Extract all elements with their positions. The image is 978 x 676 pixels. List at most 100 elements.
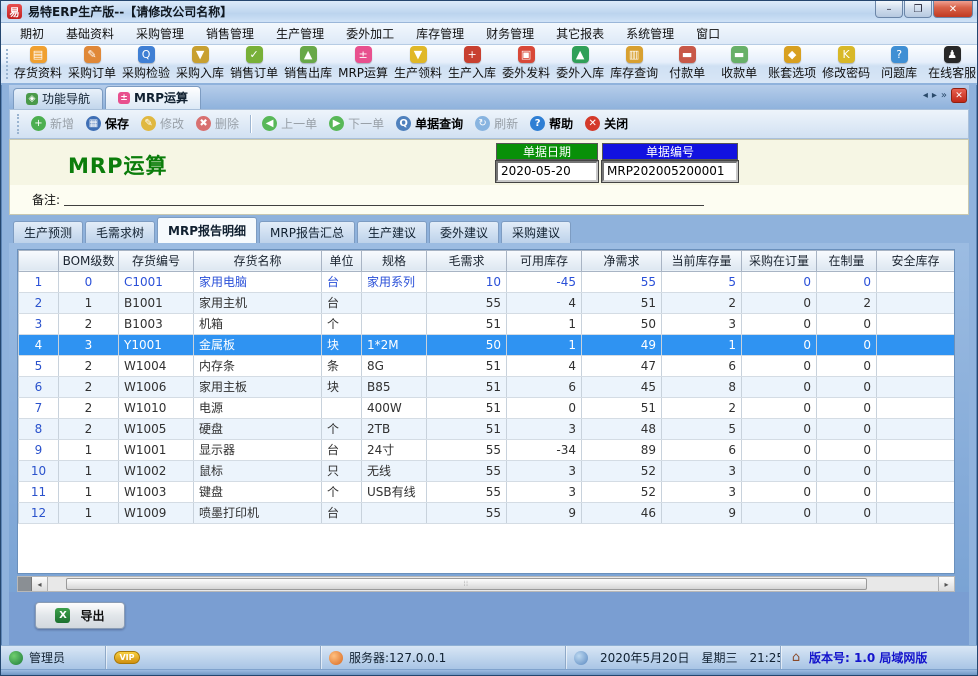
account-options-icon: ◆ [784,46,801,63]
question-icon: ? [891,46,908,63]
column-header[interactable]: 规格 [362,250,427,271]
cell-bom-level: 0 [59,271,119,292]
toolbar-button[interactable]: ▣ 委外发料 [499,45,553,83]
form-toolbar-button[interactable]: ✖ 删除 [190,112,245,135]
scrollbar-track[interactable]: ⦙⦙ [48,577,938,591]
toolbar-button[interactable]: ▼ 采购入库 [173,45,227,83]
form-toolbar-button[interactable]: ? 帮助 [524,112,579,135]
toolbar-button[interactable]: ♟ 在线客服 [925,45,977,83]
toolbar-button[interactable]: ▼ 生产领料 [391,45,445,83]
form-toolbar-button[interactable]: Q 单据查询 [390,112,469,135]
scroll-right-icon[interactable]: ▸ [938,577,954,591]
table-row[interactable]: 6 2 W1006 家用主板 块 B85 51 6 45 8 0 0 [19,376,955,397]
menu-item[interactable]: 采购管理 [125,22,195,45]
tab-scroll-right-icon[interactable]: ▸ [932,90,937,101]
table-row[interactable]: 1 0 C1001 家用电脑 台 家用系列 10 -45 55 5 0 0 [19,271,955,292]
column-header[interactable]: 在制量 [817,250,877,271]
toolbar-button[interactable]: ◆ 账套选项 [765,45,819,83]
scrollbar-thumb[interactable]: ⦙⦙ [66,578,867,590]
cell-available-stock: 4 [507,355,582,376]
maximize-button[interactable]: ❐ [904,1,932,18]
table-row[interactable]: 11 1 W1003 键盘 个 USB有线 55 3 52 3 0 0 [19,481,955,502]
column-header[interactable]: 毛需求 [427,250,507,271]
cell-gross-demand: 51 [427,313,507,334]
report-subtab[interactable]: 采购建议 [501,221,571,243]
report-subtab[interactable]: 委外建议 [429,221,499,243]
cell-current-stock: 3 [662,460,742,481]
form-toolbar-button[interactable]: ◀ 上一单 [256,112,323,135]
minimize-button[interactable]: – [875,1,903,18]
mdi-tab[interactable]: ◈ 功能导航 [13,88,103,109]
table-row[interactable]: 7 2 W1010 电源 400W 51 0 51 2 0 0 [19,397,955,418]
report-subtab[interactable]: MRP报告汇总 [259,221,355,243]
form-toolbar-button[interactable]: ✕ 关闭 [579,112,634,135]
remark-input[interactable] [64,192,704,206]
table-row[interactable]: 8 2 W1005 硬盘 个 2TB 51 3 48 5 0 0 [19,418,955,439]
cell-wip-qty: 0 [817,376,877,397]
form-toolbar-button[interactable]: ↻ 刷新 [469,112,524,135]
doc-date-input[interactable] [496,161,598,182]
report-subtab[interactable]: 生产建议 [357,221,427,243]
tab-close-icon[interactable]: ✕ [951,88,967,103]
table-row[interactable]: 12 1 W1009 喷墨打印机 台 55 9 46 9 0 0 [19,502,955,523]
export-button[interactable]: X 导出 [35,602,125,629]
column-header[interactable]: 存货编号 [119,250,194,271]
menu-item[interactable]: 委外加工 [335,22,405,45]
report-subtab[interactable]: MRP报告明细 [157,217,257,243]
toolbar-button[interactable]: ▲ 委外入库 [553,45,607,83]
column-header[interactable] [19,250,59,271]
menu-item[interactable]: 生产管理 [265,22,335,45]
table-row[interactable]: 4 3 Y1001 金属板 块 1*2M 50 1 49 1 0 0 [19,334,955,355]
column-header[interactable]: 存货名称 [194,250,322,271]
column-header[interactable]: 可用库存 [507,250,582,271]
menu-item[interactable]: 期初 [9,22,55,45]
report-subtab[interactable]: 毛需求树 [85,221,155,243]
menu-item[interactable]: 财务管理 [475,22,545,45]
toolbar-button[interactable]: ▲ 销售出库 [281,45,335,83]
toolbar-button[interactable]: ▤ 存货资料 [11,45,65,83]
tab-more-icon[interactable]: » [941,90,947,101]
toolbar-button[interactable]: ▬ 付款单 [661,45,713,83]
column-header[interactable]: 单位 [322,250,362,271]
table-row[interactable]: 5 2 W1004 内存条 条 8G 51 4 47 6 0 0 [19,355,955,376]
menu-item[interactable]: 窗口 [685,22,731,45]
app-logo-icon: 易 [7,4,22,19]
table-row[interactable]: 9 1 W1001 显示器 台 24寸 55 -34 89 6 0 0 [19,439,955,460]
table-row[interactable]: 3 2 B1003 机箱 个 51 1 50 3 0 0 [19,313,955,334]
form-toolbar-button[interactable]: ✎ 修改 [135,112,190,135]
menu-item[interactable]: 系统管理 [615,22,685,45]
table-row[interactable]: 2 1 B1001 家用主机 台 55 4 51 2 0 2 [19,292,955,313]
form-toolbar-button[interactable]: ▶ 下一单 [323,112,390,135]
toolbar-button[interactable]: ▥ 库存查询 [607,45,661,83]
menu-item[interactable]: 基础资料 [55,22,125,45]
column-header[interactable]: 采购在订量 [742,250,817,271]
form-toolbar-button[interactable]: ▦ 保存 [80,112,135,135]
doc-number-input[interactable] [602,161,738,182]
report-subtab[interactable]: 生产预测 [13,221,83,243]
scroll-left-icon[interactable]: ◂ [32,577,48,591]
column-header[interactable]: 当前库存量 [662,250,742,271]
tab-scroll-left-icon[interactable]: ◂ [923,90,928,101]
menu-item[interactable]: 其它报表 [545,22,615,45]
toolbar-button[interactable]: ▬ 收款单 [713,45,765,83]
cell-gross-demand: 51 [427,376,507,397]
form-toolbar-button[interactable]: + 新增 [25,112,80,135]
table-row[interactable]: 10 1 W1002 鼠标 只 无线 55 3 52 3 0 0 [19,460,955,481]
toolbar-button[interactable]: ✎ 采购订单 [65,45,119,83]
export-button-label: 导出 [80,607,104,624]
toolbar-button[interactable]: ± MRP运算 [335,45,391,83]
toolbar-button[interactable]: K 修改密码 [819,45,873,83]
toolbar-button[interactable]: Q 采购检验 [119,45,173,83]
close-button[interactable]: ✕ [933,1,973,18]
toolbar-button[interactable]: ? 问题库 [873,45,925,83]
column-header[interactable]: 净需求 [582,250,662,271]
menu-item[interactable]: 销售管理 [195,22,265,45]
toolbar-button[interactable]: ✓ 销售订单 [227,45,281,83]
column-header[interactable]: BOM级数 [59,250,119,271]
column-header[interactable]: 安全库存 [877,250,955,271]
toolbar-button[interactable]: + 生产入库 [445,45,499,83]
menu-item[interactable]: 库存管理 [405,22,475,45]
form-toolbar: + 新增 ▦ 保存 ✎ 修改 ✖ 删除 ◀ 上一单 ▶ 下一单 Q 单据查询 ↻… [9,109,969,139]
horizontal-scrollbar[interactable]: ◂ ⦙⦙ ▸ [17,576,955,592]
mdi-tab[interactable]: ± MRP运算 [105,86,201,109]
